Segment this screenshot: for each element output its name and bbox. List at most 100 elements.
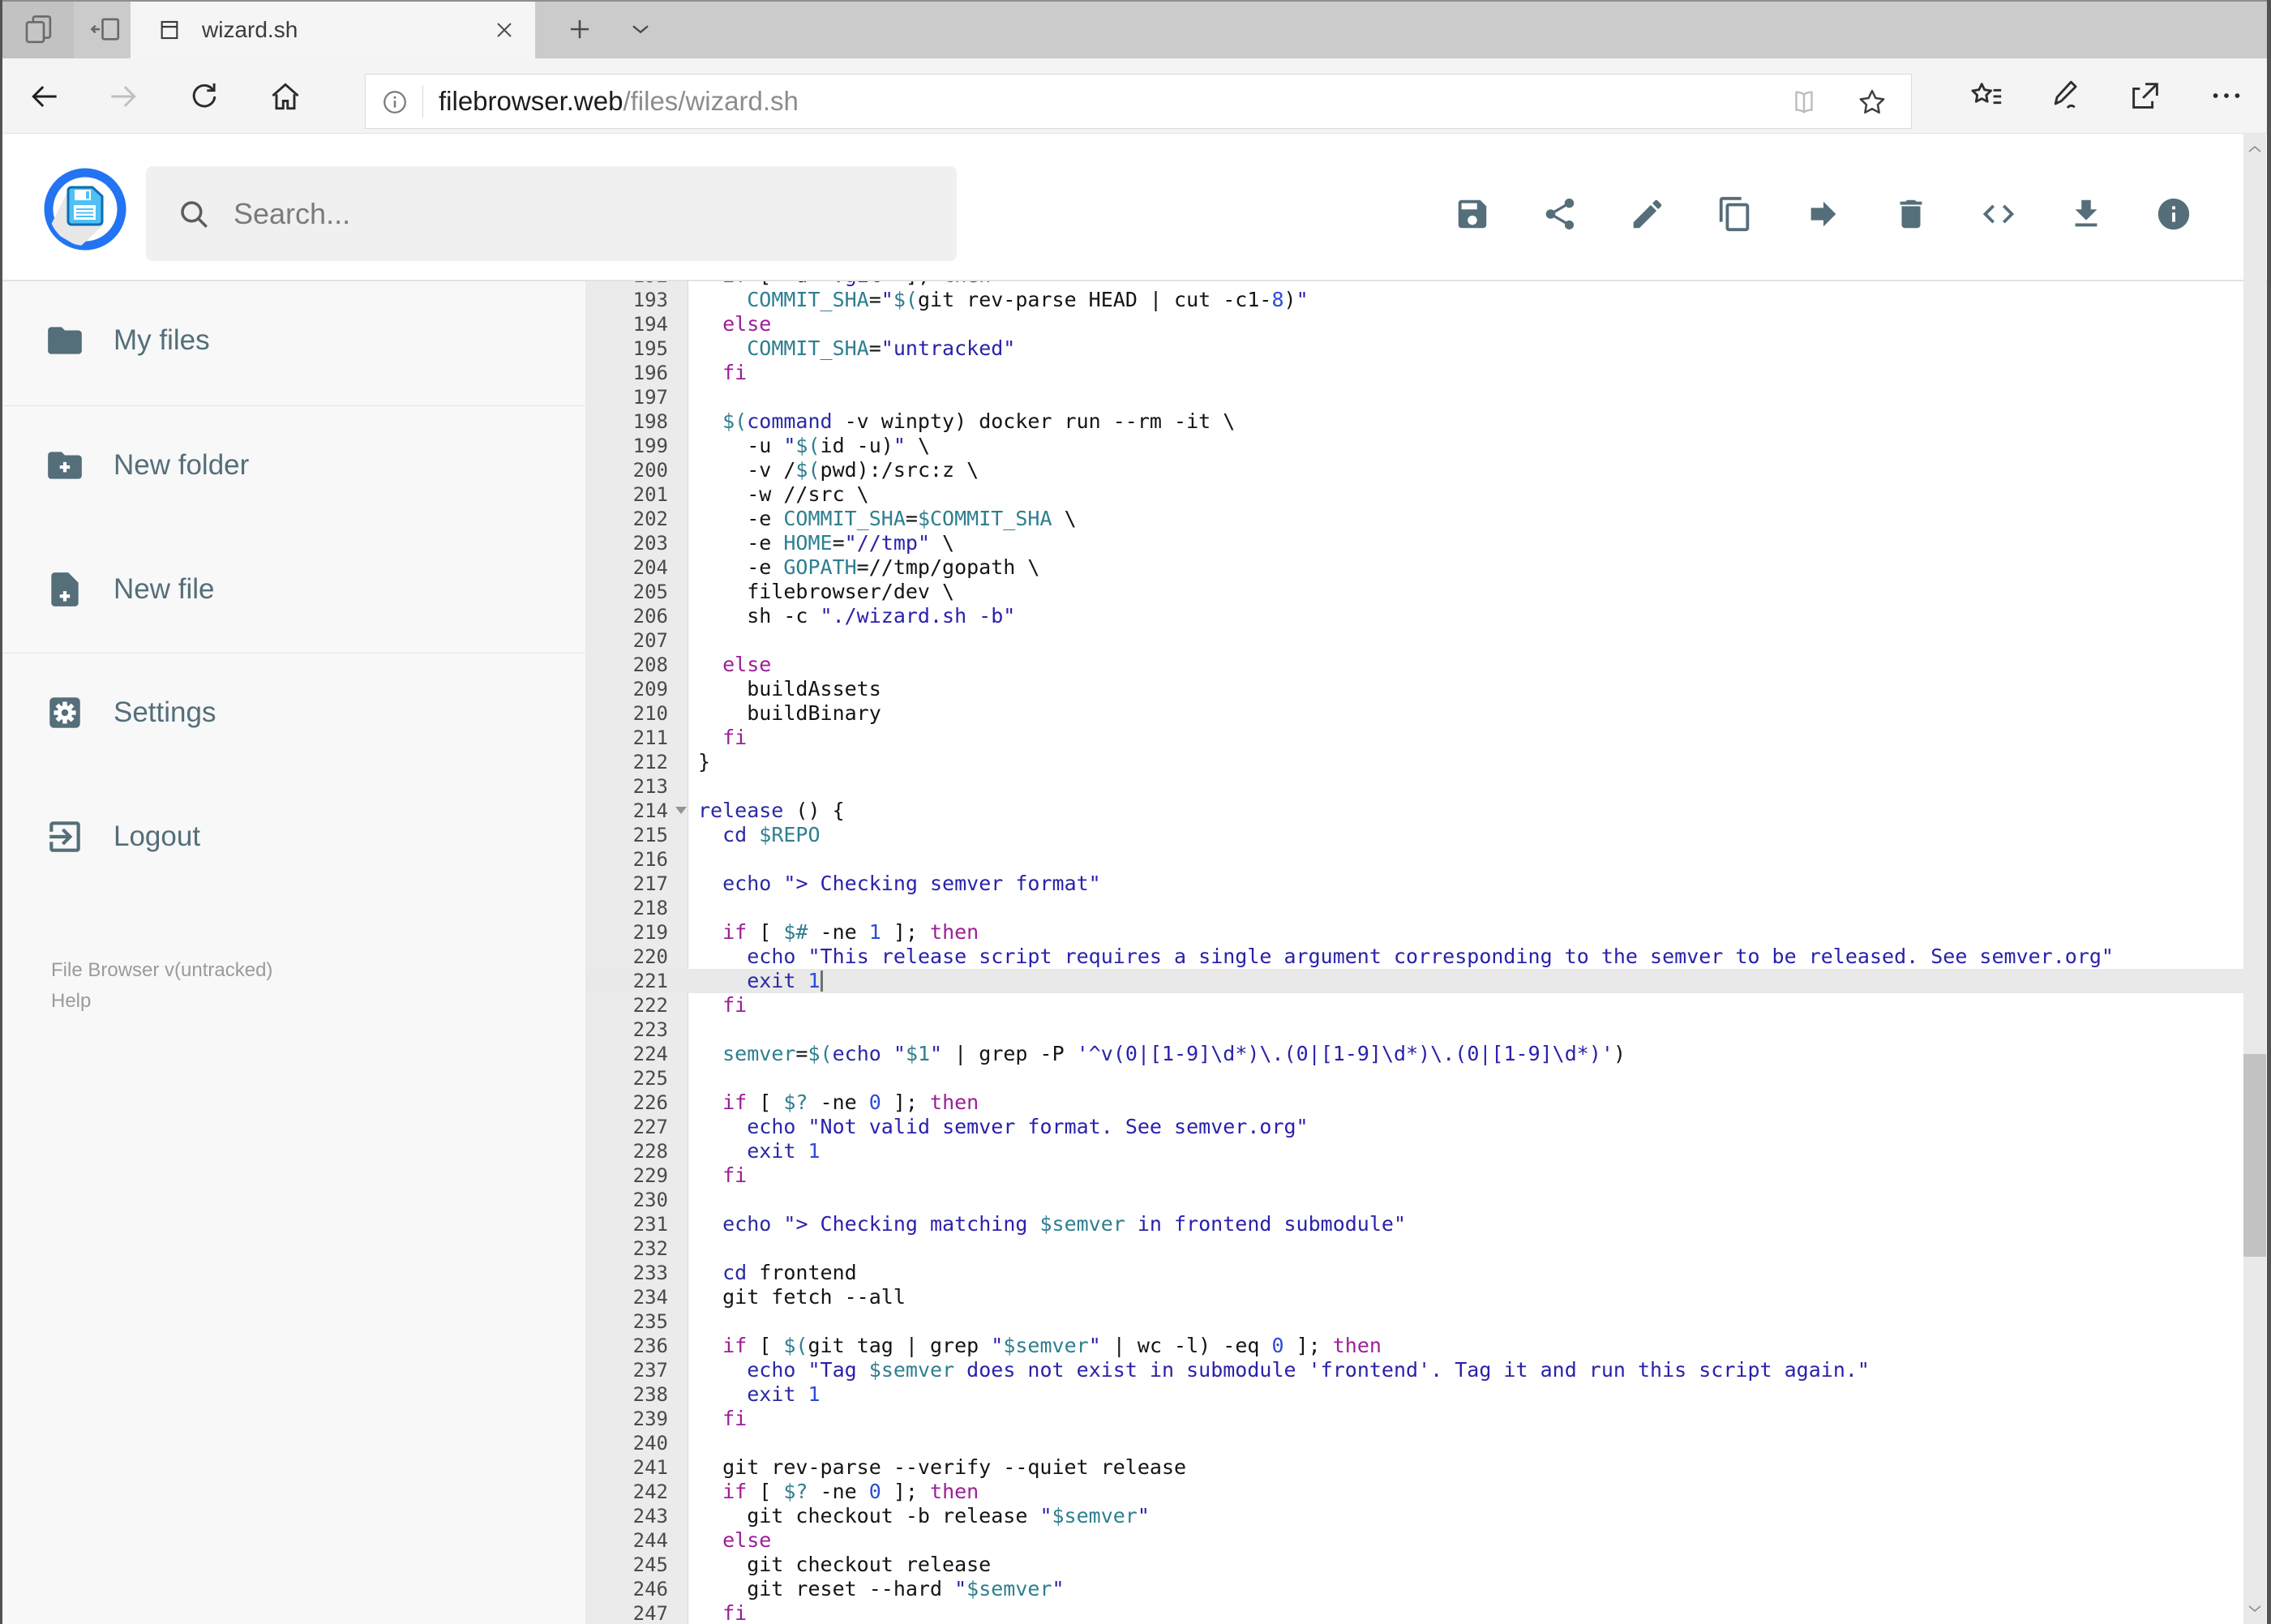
back-button[interactable]	[27, 79, 62, 114]
code-text[interactable]	[689, 1188, 698, 1212]
code-text[interactable]: -v /$(pwd):/src:z \	[689, 458, 979, 482]
scroll-up-icon[interactable]	[2245, 140, 2265, 160]
code-text[interactable]: if [ -d ".git" ]; then	[689, 281, 991, 288]
code-text[interactable]: -w //src \	[689, 482, 869, 507]
scrollbar-thumb[interactable]	[2243, 1054, 2266, 1257]
code-text[interactable]	[689, 1431, 698, 1455]
code-line: 197	[585, 385, 2243, 409]
code-text[interactable]: git fetch --all	[689, 1285, 906, 1309]
new-tab-button[interactable]	[559, 0, 600, 58]
sidebar-item-new-folder[interactable]: New folder	[0, 425, 585, 506]
refresh-button[interactable]	[186, 79, 222, 114]
sidebar-item-logout[interactable]: Logout	[0, 796, 585, 877]
save-button[interactable]	[1454, 195, 1491, 233]
code-text[interactable]	[689, 385, 698, 409]
code-text[interactable]: if [ $# -ne 1 ]; then	[689, 920, 979, 945]
delete-button[interactable]	[1892, 195, 1930, 233]
code-text[interactable]: COMMIT_SHA="$(git rev-parse HEAD | cut -…	[689, 288, 1308, 312]
code-text[interactable]: fi	[689, 726, 747, 750]
edit-button[interactable]	[1629, 195, 1666, 233]
add-favorite-star-icon[interactable]	[1856, 86, 1888, 122]
code-text[interactable]: echo "> Checking matching $semver in fro…	[689, 1212, 1406, 1236]
annotate-pen-icon[interactable]	[2048, 77, 2085, 114]
code-text[interactable]	[689, 1066, 698, 1091]
code-text[interactable]: else	[689, 653, 771, 677]
code-text[interactable]: git rev-parse --verify --quiet release	[689, 1455, 1186, 1480]
code-text[interactable]: sh -c "./wizard.sh -b"	[689, 604, 1015, 628]
code-text[interactable]: echo "> Checking semver format"	[689, 872, 1101, 896]
filebrowser-logo[interactable]	[41, 165, 130, 254]
fold-arrow-icon[interactable]	[675, 807, 687, 814]
code-text[interactable]: buildAssets	[689, 677, 881, 701]
code-text[interactable]: exit 1	[689, 1139, 820, 1163]
code-text[interactable]: if [ $? -ne 0 ]; then	[689, 1480, 979, 1504]
code-text[interactable]: exit 1	[689, 969, 823, 993]
code-text[interactable]	[689, 896, 698, 920]
code-text[interactable]	[689, 1309, 698, 1334]
code-text[interactable]: semver=$(echo "$1" | grep -P '^v(0|[1-9]…	[689, 1042, 1626, 1066]
code-text[interactable]: fi	[689, 1407, 747, 1431]
sidebar-item-new-file[interactable]: New file	[0, 549, 585, 630]
code-text[interactable]: filebrowser/dev \	[689, 580, 954, 604]
code-text[interactable]: -e HOME="//tmp" \	[689, 531, 954, 555]
share-button[interactable]	[1541, 195, 1579, 233]
code-text[interactable]: git reset --hard "$semver"	[689, 1577, 1064, 1601]
sidebar-item-settings[interactable]: Settings	[0, 672, 585, 753]
code-text[interactable]: fi	[689, 1163, 747, 1188]
line-number: 195	[632, 337, 668, 360]
code-text[interactable]: echo "Tag $semver does not exist in subm…	[689, 1358, 1870, 1382]
code-text[interactable]	[689, 774, 698, 799]
code-text[interactable]: -e GOPATH=//tmp/gopath \	[689, 555, 1039, 580]
code-text[interactable]: else	[689, 1528, 771, 1553]
sidebar-item-my-files[interactable]: My files	[0, 300, 585, 381]
code-text[interactable]: release () {	[689, 799, 845, 823]
code-text[interactable]: fi	[689, 1601, 747, 1624]
move-button[interactable]	[1805, 195, 1842, 233]
code-text[interactable]: exit 1	[689, 1382, 820, 1407]
page-scrollbar[interactable]	[2243, 134, 2266, 1624]
code-text[interactable]: echo "This release script requires a sin…	[689, 945, 2114, 969]
code-text[interactable]: echo "Not valid semver format. See semve…	[689, 1115, 1308, 1139]
copy-button[interactable]	[1716, 195, 1754, 233]
download-button[interactable]	[2067, 195, 2105, 233]
tab-list-chevron-icon[interactable]	[620, 0, 661, 58]
tab-close-icon[interactable]	[491, 17, 517, 47]
code-text[interactable]: -u "$(id -u)" \	[689, 434, 930, 458]
code-text[interactable]: git checkout release	[689, 1553, 991, 1577]
code-text[interactable]: }	[689, 750, 710, 774]
help-link[interactable]: Help	[51, 986, 272, 1017]
site-info-icon[interactable]	[380, 88, 409, 121]
code-editor[interactable]: 192 if [ -d ".git" ]; then193 COMMIT_SHA…	[585, 281, 2243, 1624]
code-text[interactable]: -e COMMIT_SHA=$COMMIT_SHA \	[689, 507, 1076, 531]
share-page-icon[interactable]	[2127, 77, 2164, 114]
more-menu-icon[interactable]	[2208, 77, 2245, 114]
hub-favorites-icon[interactable]	[1968, 77, 2005, 114]
code-text[interactable]: if [ $(git tag | grep "$semver" | wc -l)…	[689, 1334, 1382, 1358]
info-button[interactable]	[2155, 195, 2192, 233]
search-input[interactable]: Search...	[146, 166, 957, 261]
code-text[interactable]	[689, 847, 698, 872]
set-tabs-aside-icon[interactable]	[77, 0, 134, 58]
address-bar[interactable]: filebrowser.web/files/wizard.sh	[365, 74, 1912, 129]
tab-preview-icon[interactable]	[2, 0, 74, 58]
reading-view-icon[interactable]	[1789, 87, 1819, 122]
line-number: 212	[632, 751, 668, 773]
code-text[interactable]: fi	[689, 361, 747, 385]
code-text[interactable]: fi	[689, 993, 747, 1018]
code-text[interactable]: buildBinary	[689, 701, 881, 726]
code-text[interactable]	[689, 1018, 698, 1042]
browser-tab[interactable]: wizard.sh	[131, 2, 535, 58]
code-view-button[interactable]	[1980, 195, 2017, 233]
code-text[interactable]: cd $REPO	[689, 823, 820, 847]
code-text[interactable]: cd frontend	[689, 1261, 857, 1285]
forward-button[interactable]	[105, 79, 141, 114]
scroll-down-icon[interactable]	[2245, 1598, 2265, 1618]
code-text[interactable]: COMMIT_SHA="untracked"	[689, 336, 1015, 361]
code-text[interactable]: else	[689, 312, 771, 336]
code-text[interactable]: if [ $? -ne 0 ]; then	[689, 1091, 979, 1115]
code-text[interactable]: $(command -v winpty) docker run --rm -it…	[689, 409, 1235, 434]
code-text[interactable]: git checkout -b release "$semver"	[689, 1504, 1150, 1528]
home-button[interactable]	[268, 79, 303, 114]
code-text[interactable]	[689, 628, 698, 653]
code-text[interactable]	[689, 1236, 698, 1261]
